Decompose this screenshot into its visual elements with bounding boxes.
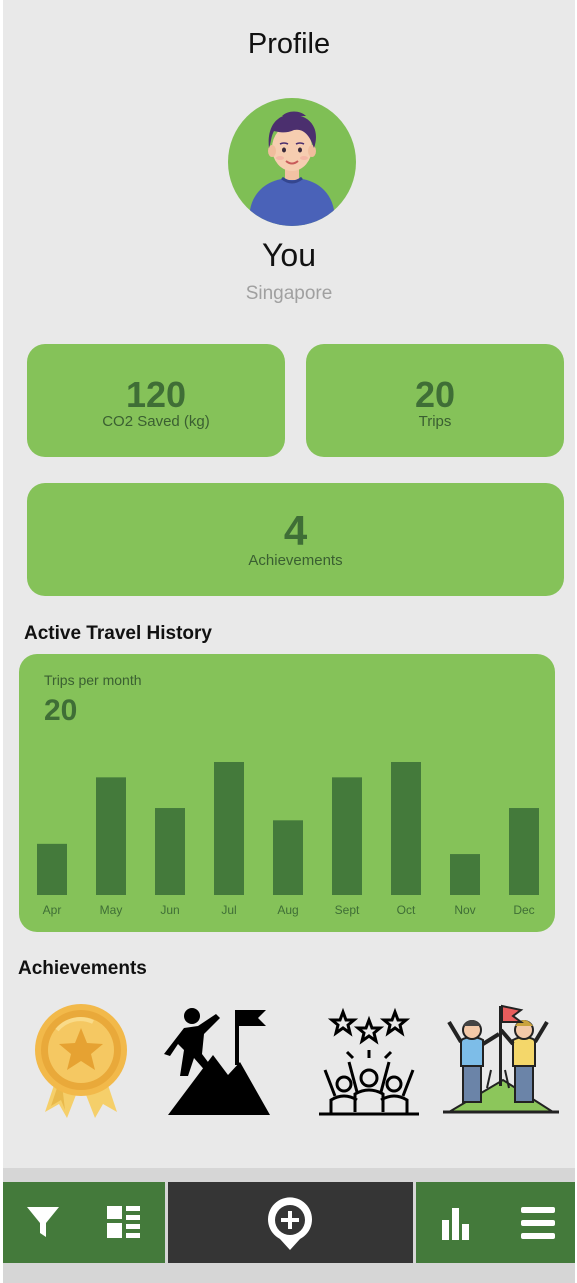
achievements-value: 4 bbox=[283, 507, 308, 554]
bar-nov bbox=[450, 854, 480, 895]
celebrating-team-icon[interactable] bbox=[309, 1000, 429, 1125]
achievements-label: Achievements bbox=[248, 552, 343, 569]
page-title: Profile bbox=[247, 28, 331, 60]
profile-location: Singapore bbox=[245, 283, 333, 304]
bar-oct bbox=[391, 762, 421, 895]
avatar[interactable] bbox=[228, 98, 356, 226]
bar-sept bbox=[332, 777, 362, 895]
achievements-heading: Achievements bbox=[18, 958, 147, 979]
nav-right-group bbox=[416, 1182, 575, 1263]
x-tick-may: May bbox=[100, 903, 123, 917]
climber-summit-icon[interactable] bbox=[158, 1000, 278, 1125]
x-tick-jun: Jun bbox=[160, 903, 179, 917]
x-tick-dec: Dec bbox=[513, 903, 534, 917]
bar-dec bbox=[509, 808, 539, 895]
achievements-stat-card[interactable]: 4 Achievements bbox=[27, 483, 564, 596]
layout-list-icon[interactable] bbox=[105, 1204, 143, 1240]
x-tick-apr: Apr bbox=[43, 903, 62, 917]
bar-aug bbox=[273, 820, 303, 895]
nav-center-group bbox=[168, 1182, 413, 1263]
profile-name: You bbox=[262, 237, 316, 273]
add-location-icon[interactable] bbox=[264, 1196, 316, 1252]
trips-label: Trips bbox=[418, 413, 452, 430]
co2-stat-card[interactable]: 120 CO2 Saved (kg) bbox=[27, 344, 285, 457]
bar-may bbox=[96, 777, 126, 895]
trips-stat-card[interactable]: 20 Trips bbox=[306, 344, 564, 457]
trips-value: 20 bbox=[414, 374, 456, 415]
bar-jun bbox=[155, 808, 185, 895]
bar-jul bbox=[214, 762, 244, 895]
x-tick-sept: Sept bbox=[335, 903, 360, 917]
x-tick-oct: Oct bbox=[397, 903, 416, 917]
filter-icon[interactable] bbox=[25, 1204, 61, 1240]
x-tick-aug: Aug bbox=[277, 903, 298, 917]
x-tick-jul: Jul bbox=[221, 903, 236, 917]
profile-screen: Profile You Singapore 120 CO2 Saved (kg)… bbox=[3, 0, 575, 1283]
co2-value: 120 bbox=[125, 374, 187, 415]
menu-icon[interactable] bbox=[520, 1206, 556, 1240]
avatar-illustration bbox=[250, 111, 334, 226]
travel-history-heading: Active Travel History bbox=[24, 623, 212, 644]
bar-chart-icon[interactable] bbox=[440, 1204, 472, 1240]
trips-bar-chart: Apr May Jun Jul Aug Sept Oct Nov Dec bbox=[37, 762, 539, 917]
x-tick-nov: Nov bbox=[454, 903, 475, 917]
bar-apr bbox=[37, 843, 67, 895]
bottom-nav bbox=[3, 1168, 575, 1283]
co2-label: CO2 Saved (kg) bbox=[102, 413, 210, 430]
nav-left-group bbox=[3, 1182, 165, 1263]
trips-chart-card: Trips per month 20 Apr May Jun Jul Aug Sept Oc… bbox=[19, 654, 555, 932]
medal-icon[interactable] bbox=[21, 1000, 141, 1125]
team-flag-summit-icon[interactable] bbox=[443, 1000, 563, 1125]
